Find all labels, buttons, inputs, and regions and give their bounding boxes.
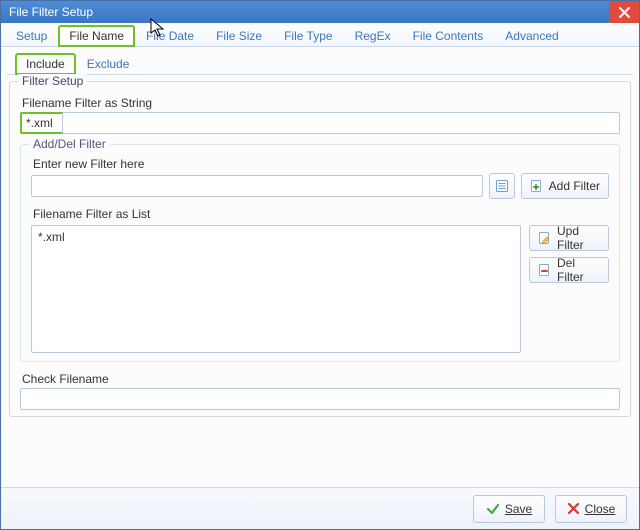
tab-file-type[interactable]: File Type xyxy=(273,25,343,47)
save-button[interactable]: Save xyxy=(473,495,545,523)
group-legend: Add/Del Filter xyxy=(29,137,110,151)
tab-setup[interactable]: Setup xyxy=(5,25,58,47)
filename-string-input[interactable] xyxy=(22,114,62,132)
browse-button[interactable] xyxy=(489,173,515,199)
subtab-include[interactable]: Include xyxy=(15,53,76,75)
filter-list[interactable]: *.xml xyxy=(31,225,521,353)
close-icon xyxy=(619,7,630,18)
titlebar: File Filter Setup xyxy=(1,1,639,23)
tab-file-name[interactable]: File Name xyxy=(58,25,135,47)
upd-filter-button[interactable]: Upd Filter xyxy=(529,225,609,251)
button-label: Save xyxy=(505,502,532,516)
plus-icon xyxy=(530,179,544,193)
tab-file-size[interactable]: File Size xyxy=(205,25,273,47)
subtab-exclude[interactable]: Exclude xyxy=(76,53,141,75)
window-title: File Filter Setup xyxy=(9,5,609,19)
tab-regex[interactable]: RegEx xyxy=(344,25,402,47)
del-filter-button[interactable]: Del Filter xyxy=(529,257,609,283)
tab-label: Exclude xyxy=(87,57,130,71)
filename-string-label: Filename Filter as String xyxy=(22,96,620,110)
check-filename-label: Check Filename xyxy=(22,372,620,386)
document-delete-icon xyxy=(538,263,552,277)
button-label: Upd Filter xyxy=(557,224,600,252)
document-edit-icon xyxy=(538,231,552,245)
button-label: Close xyxy=(585,502,616,516)
group-legend: Filter Setup xyxy=(18,74,87,88)
tab-label: Advanced xyxy=(505,29,558,43)
button-label: Del Filter xyxy=(557,256,600,284)
tab-label: File Type xyxy=(284,29,332,43)
tab-label: Include xyxy=(26,57,65,71)
cancel-icon xyxy=(567,502,580,515)
checkmark-icon xyxy=(486,502,500,516)
tab-advanced[interactable]: Advanced xyxy=(494,25,569,47)
dialog-window: File Filter Setup Setup File Name File D… xyxy=(0,0,640,530)
sub-tabs: Include Exclude xyxy=(7,51,633,75)
tab-label: RegEx xyxy=(355,29,391,43)
close-button[interactable]: Close xyxy=(555,495,627,523)
filter-setup-group: Filter Setup Filename Filter as String A… xyxy=(9,81,631,417)
tab-label: Setup xyxy=(16,29,47,43)
button-label: Add Filter xyxy=(549,179,600,193)
tab-label: File Size xyxy=(216,29,262,43)
titlebar-close-button[interactable] xyxy=(609,1,639,23)
filename-string-input-rest[interactable] xyxy=(62,112,620,134)
filename-string-highlight xyxy=(20,112,64,134)
filter-list-label: Filename Filter as List xyxy=(33,207,609,221)
browse-icon xyxy=(495,179,509,193)
dialog-footer: Save Close xyxy=(1,487,639,529)
tab-file-date[interactable]: File Date xyxy=(135,25,205,47)
tab-file-contents[interactable]: File Contents xyxy=(402,25,495,47)
tab-label: File Contents xyxy=(413,29,484,43)
add-del-filter-group: Add/Del Filter Enter new Filter here xyxy=(20,144,620,362)
main-tabs: Setup File Name File Date File Size File… xyxy=(1,23,639,47)
enter-new-filter-label: Enter new Filter here xyxy=(33,157,609,171)
check-filename-input[interactable] xyxy=(20,388,620,410)
add-filter-button[interactable]: Add Filter xyxy=(521,173,609,199)
new-filter-input[interactable] xyxy=(31,175,483,197)
tab-label: File Date xyxy=(146,29,194,43)
tab-label: File Name xyxy=(69,29,124,43)
list-item[interactable]: *.xml xyxy=(38,230,514,244)
